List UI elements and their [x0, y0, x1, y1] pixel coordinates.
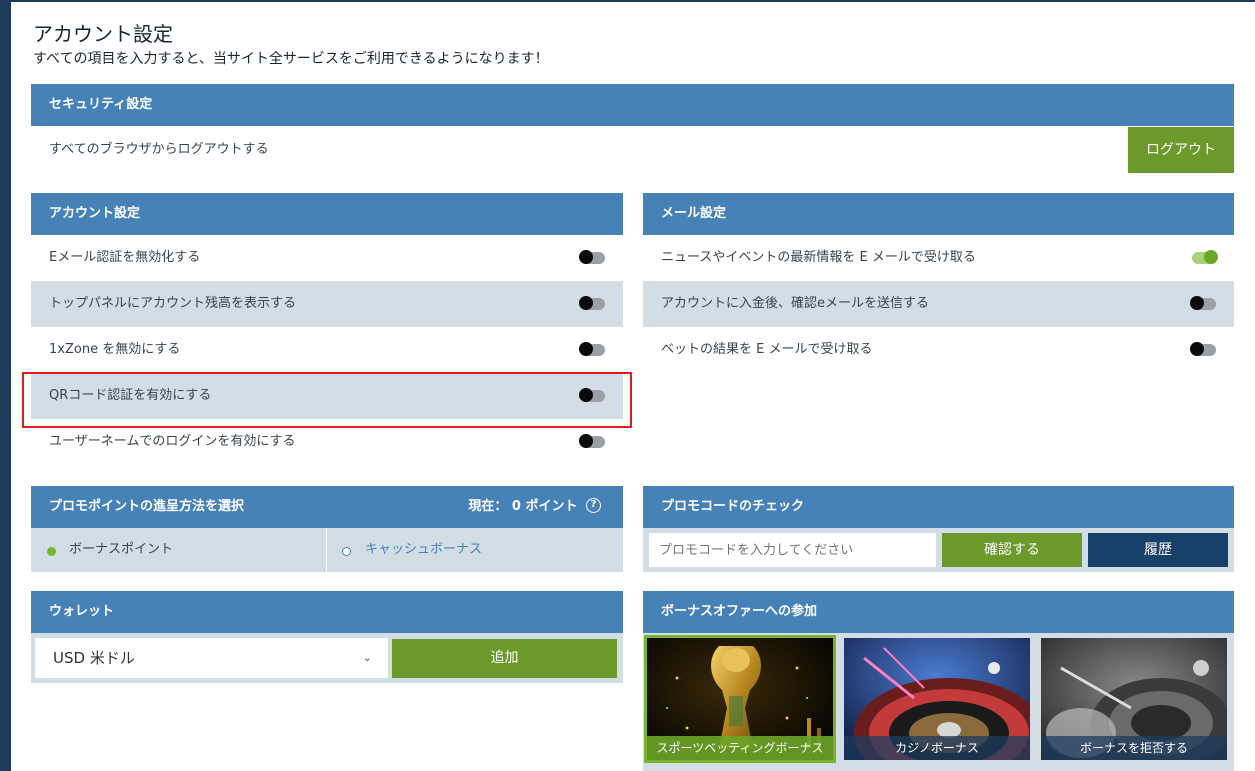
bonus-tile-label: カジノボーナス	[844, 736, 1030, 760]
toggle-switch[interactable]	[579, 296, 605, 310]
setting-row-email-verification: Eメール認証を無効化する	[31, 235, 623, 281]
setting-label: QRコード認証を有効にする	[49, 388, 212, 403]
wallet-header: ウォレット	[31, 591, 623, 633]
security-header: セキュリティ設定	[31, 84, 1234, 126]
current-points: 現在： 0 ポイント ?	[468, 486, 601, 528]
logout-all-row: すべてのブラウザからログアウトする	[31, 126, 1234, 174]
setting-label: 1xZone を無効にする	[49, 342, 181, 357]
promo-points-title: プロモポイントの進呈方法を選択	[49, 499, 245, 514]
toggle-switch[interactable]	[579, 342, 605, 356]
bonus-tile-label: スポーツベッティングボーナス	[647, 736, 833, 760]
toggle-switch[interactable]	[579, 250, 605, 264]
mail-row-deposit-confirm: アカウントに入金後、確認eメールを送信する	[643, 281, 1234, 327]
promo-points-header: プロモポイントの進呈方法を選択 現在： 0 ポイント ?	[31, 486, 623, 528]
bonus-tile-casino[interactable]: カジノボーナス	[841, 635, 1033, 763]
setting-row-username-login: ユーザーネームでのログインを有効にする	[31, 419, 623, 465]
logout-button[interactable]: ログアウト	[1128, 127, 1234, 173]
radio-selected-icon	[47, 547, 56, 556]
current-points-label: 現在：	[468, 499, 508, 514]
toggle-switch[interactable]	[1190, 296, 1216, 310]
option-cash-bonus[interactable]: キャッシュボーナス	[327, 528, 623, 572]
setting-row-show-balance: トップパネルにアカウント残高を表示する	[31, 281, 623, 327]
history-button[interactable]: 履歴	[1088, 533, 1228, 567]
setting-label: ニュースやイベントの最新情報を E メールで受け取る	[661, 250, 976, 265]
bonus-tile-decline[interactable]: ボーナスを拒否する	[1038, 635, 1230, 763]
mail-row-bet-results: ベットの結果を E メールで受け取る	[643, 327, 1234, 373]
option-label: キャッシュボーナス	[365, 542, 483, 557]
confirm-button[interactable]: 確認する	[942, 533, 1082, 567]
toggle-switch[interactable]	[579, 388, 605, 402]
currency-value: USD 米ドル	[53, 649, 135, 667]
account-settings-header: アカウント設定	[31, 193, 623, 235]
option-bonus-points[interactable]: ボーナスポイント	[31, 528, 326, 572]
help-icon[interactable]: ?	[586, 498, 601, 513]
page-subtitle: すべての項目を入力すると、当サイト全サービスをご利用できるようになります！	[33, 51, 549, 67]
current-points-value: 0	[511, 499, 521, 514]
add-wallet-button[interactable]: 追加	[392, 639, 617, 678]
current-points-unit: ポイント	[525, 499, 578, 514]
mail-row-news: ニュースやイベントの最新情報を E メールで受け取る	[643, 235, 1234, 281]
currency-select[interactable]: USD 米ドル ⌄	[35, 638, 388, 678]
setting-label: ベットの結果を E メールで受け取る	[661, 342, 873, 357]
radio-unselected-icon	[342, 547, 351, 556]
page-title: アカウント設定	[33, 22, 173, 46]
option-label: ボーナスポイント	[69, 542, 174, 557]
settings-page: アカウント設定 すべての項目を入力すると、当サイト全サービスをご利用できるように…	[11, 2, 1255, 771]
setting-label: トップパネルにアカウント残高を表示する	[49, 296, 297, 311]
setting-row-qr-auth: QRコード認証を有効にする	[31, 373, 623, 419]
logout-all-label: すべてのブラウザからログアウトする	[49, 142, 269, 157]
toggle-switch[interactable]	[579, 434, 605, 448]
chevron-down-icon: ⌄	[362, 651, 372, 664]
bonus-tile-sports[interactable]: スポーツベッティングボーナス	[644, 635, 836, 763]
bonus-tile-label: ボーナスを拒否する	[1041, 736, 1227, 760]
promo-code-header: プロモコードのチェック	[643, 486, 1234, 528]
setting-label: ユーザーネームでのログインを有効にする	[49, 434, 296, 449]
promo-code-input[interactable]	[649, 533, 936, 567]
setting-label: アカウントに入金後、確認eメールを送信する	[661, 296, 929, 311]
bonus-offer-header: ボーナスオファーへの参加	[643, 591, 1234, 633]
mail-settings-header: メール設定	[643, 193, 1234, 235]
setting-row-1xzone: 1xZone を無効にする	[31, 327, 623, 373]
setting-label: Eメール認証を無効化する	[49, 250, 201, 265]
toggle-switch[interactable]	[1190, 342, 1216, 356]
toggle-switch[interactable]	[1192, 250, 1218, 264]
